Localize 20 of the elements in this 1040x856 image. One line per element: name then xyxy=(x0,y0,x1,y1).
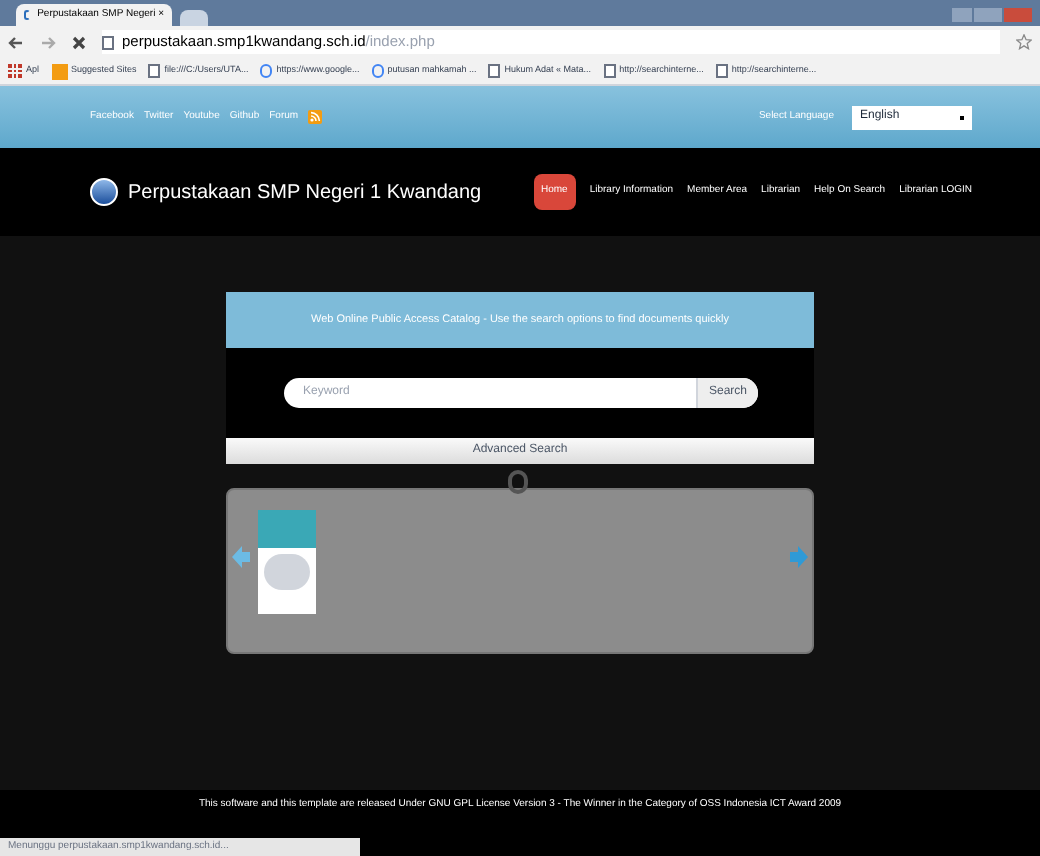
spinner-icon xyxy=(508,470,528,494)
site-title: Perpustakaan SMP Negeri 1 Kwandang xyxy=(128,179,482,207)
page-icon xyxy=(715,64,728,78)
back-arrow-icon[interactable] xyxy=(8,35,24,49)
forward-arrow-icon[interactable] xyxy=(40,35,56,49)
page-icon xyxy=(148,64,161,78)
new-tab-button[interactable] xyxy=(180,10,208,26)
bookmark-square-icon xyxy=(51,63,68,79)
rss-icon[interactable] xyxy=(308,110,323,124)
logo-icon xyxy=(90,178,118,206)
book-cover-drawing[interactable] xyxy=(258,510,316,614)
left-arrow-icon[interactable] xyxy=(232,546,250,568)
page-icon xyxy=(102,35,114,49)
page-icon xyxy=(603,64,616,78)
apps-grid-icon xyxy=(8,64,22,78)
loading-icon xyxy=(24,10,30,20)
window-controls-icon[interactable] xyxy=(952,8,1032,22)
page-icon xyxy=(488,64,501,78)
star-icon[interactable] xyxy=(1016,34,1032,50)
stop-icon[interactable] xyxy=(72,35,86,49)
